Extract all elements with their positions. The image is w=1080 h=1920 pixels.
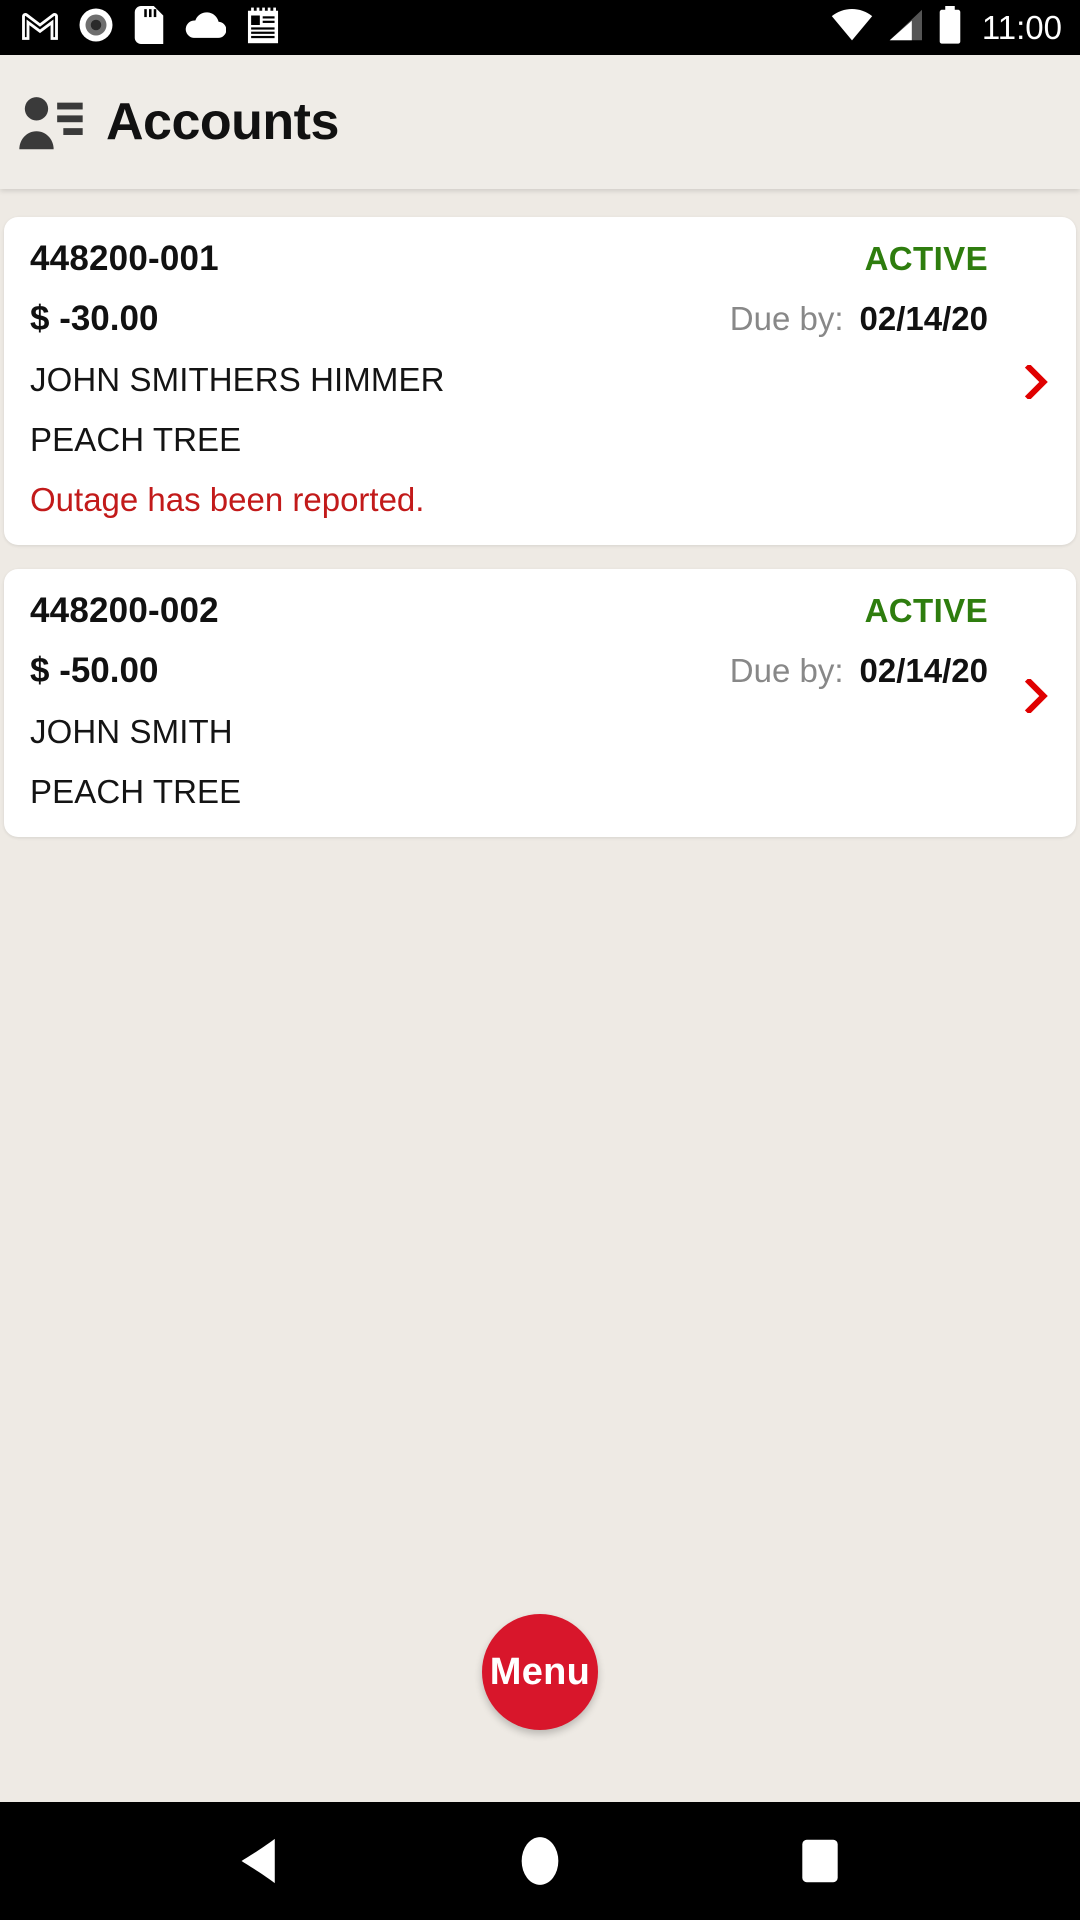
status-bar: 11:00 — [0, 0, 1080, 55]
recents-button[interactable] — [760, 1802, 880, 1920]
outage-notice: Outage has been reported. — [30, 481, 425, 518]
account-number: 448200-002 — [30, 591, 219, 630]
due-date-group: Due by: 02/14/20 — [730, 300, 988, 338]
android-navigation-bar — [0, 1802, 1080, 1920]
account-card[interactable]: 448200-002 ACTIVE $ -50.00 Due by: 02/14… — [4, 569, 1076, 837]
gmail-icon — [22, 10, 58, 45]
menu-fab-label: Menu — [489, 1650, 591, 1693]
sd-card-icon — [134, 6, 164, 49]
account-header-row: 448200-001 ACTIVE — [30, 239, 1050, 279]
status-badge: ACTIVE — [864, 592, 988, 629]
service-location: PEACH TREE — [30, 773, 242, 810]
screen-record-icon — [78, 7, 114, 48]
cellular-signal-icon — [886, 8, 924, 47]
accounts-list[interactable]: 448200-001 ACTIVE $ -30.00 Due by: 02/14… — [0, 189, 1080, 1802]
due-date-value: 02/14/20 — [859, 652, 988, 689]
status-bar-notification-icons — [22, 6, 280, 49]
cloud-icon — [184, 10, 227, 45]
phone-screen: 11:00 Accounts 448200-001 ACTIVE $ -30.0… — [0, 0, 1080, 1920]
chevron-right-icon[interactable] — [1020, 677, 1054, 715]
account-number: 448200-001 — [30, 239, 219, 278]
status-bar-clock: 11:00 — [981, 8, 1062, 46]
menu-fab-button[interactable]: Menu — [482, 1614, 598, 1730]
page-title: Accounts — [106, 93, 339, 151]
customer-name: JOHN SMITHERS HIMMER — [30, 361, 445, 398]
home-button[interactable] — [480, 1802, 600, 1920]
customer-name: JOHN SMITH — [30, 713, 233, 750]
status-bar-system-icons: 11:00 — [831, 6, 1062, 49]
account-amount-row: $ -50.00 Due by: 02/14/20 — [30, 651, 1050, 691]
chevron-right-icon[interactable] — [1020, 363, 1054, 401]
account-balance: $ -30.00 — [30, 299, 159, 338]
back-button[interactable] — [200, 1802, 320, 1920]
wifi-icon — [831, 8, 873, 47]
accounts-contacts-icon — [18, 92, 84, 152]
status-badge: ACTIVE — [864, 240, 988, 277]
due-by-label: Due by: — [729, 652, 844, 689]
service-location: PEACH TREE — [30, 421, 242, 458]
account-amount-row: $ -30.00 Due by: 02/14/20 — [30, 299, 1050, 339]
account-card[interactable]: 448200-001 ACTIVE $ -30.00 Due by: 02/14… — [4, 217, 1076, 545]
app-bar: Accounts — [0, 55, 1080, 189]
due-by-label: Due by: — [729, 300, 844, 337]
account-balance: $ -50.00 — [30, 651, 159, 690]
notes-icon — [246, 6, 280, 49]
battery-icon — [937, 6, 963, 49]
account-header-row: 448200-002 ACTIVE — [30, 591, 1050, 631]
due-date-value: 02/14/20 — [859, 300, 988, 337]
due-date-group: Due by: 02/14/20 — [730, 652, 988, 690]
